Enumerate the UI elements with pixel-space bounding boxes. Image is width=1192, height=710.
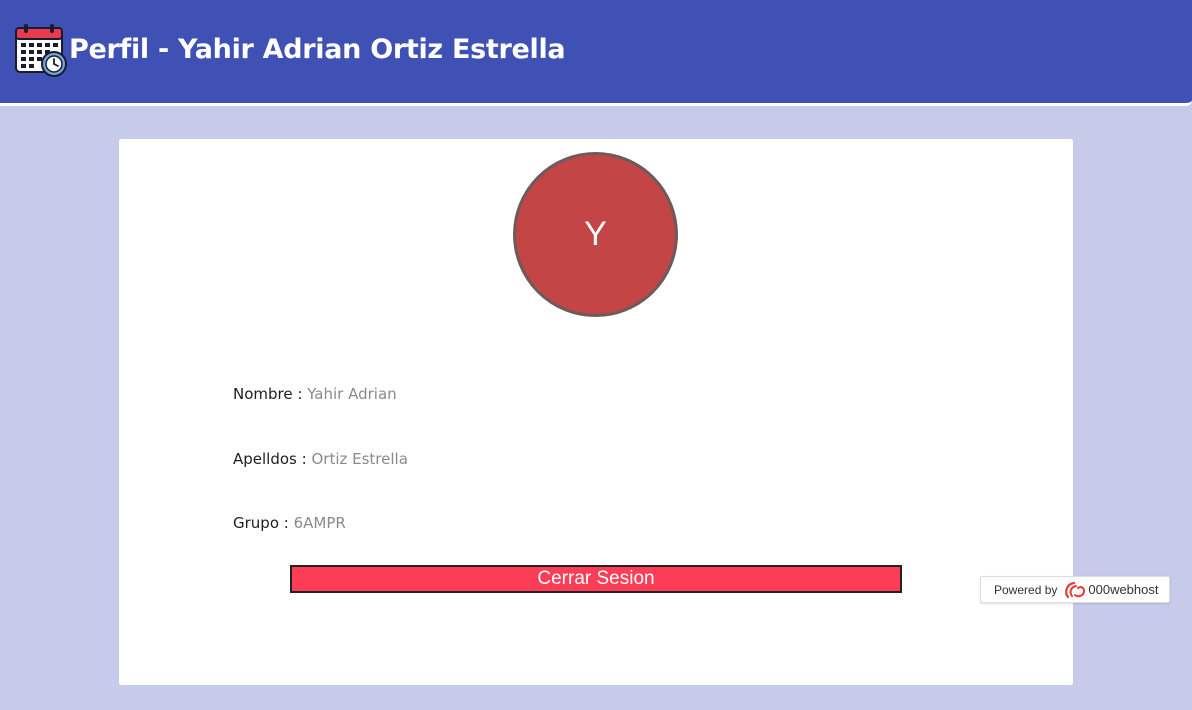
name-value: Yahir Adrian [307, 385, 397, 403]
page-title: Perfil - Yahir Adrian Ortiz Estrella [69, 34, 566, 65]
group-label: Grupo : [233, 514, 289, 532]
surname-value: Ortiz Estrella [311, 450, 408, 468]
group-field: Grupo : 6AMPR [233, 514, 346, 532]
powered-by-label: Powered by [994, 582, 1058, 597]
logout-button[interactable]: Cerrar Sesion [290, 565, 902, 593]
surname-field: Apelldos : Ortiz Estrella [233, 450, 408, 468]
profile-card: Y Nombre : Yahir Adrian Apelldos : Ortiz… [119, 139, 1073, 685]
name-label: Nombre : [233, 385, 303, 403]
avatar-initial: Y [584, 215, 607, 253]
name-field: Nombre : Yahir Adrian [233, 385, 397, 403]
surname-label: Apelldos : [233, 450, 307, 468]
powered-by-badge[interactable]: Powered by 000webhost [980, 576, 1170, 603]
top-app-bar: Perfil - Yahir Adrian Ortiz Estrella [0, 0, 1192, 106]
avatar: Y [513, 152, 678, 317]
000webhost-logo-icon [1063, 580, 1087, 600]
host-name: 000webhost [1088, 582, 1159, 597]
group-value: 6AMPR [293, 514, 346, 532]
calendar-clock-icon [14, 22, 70, 78]
